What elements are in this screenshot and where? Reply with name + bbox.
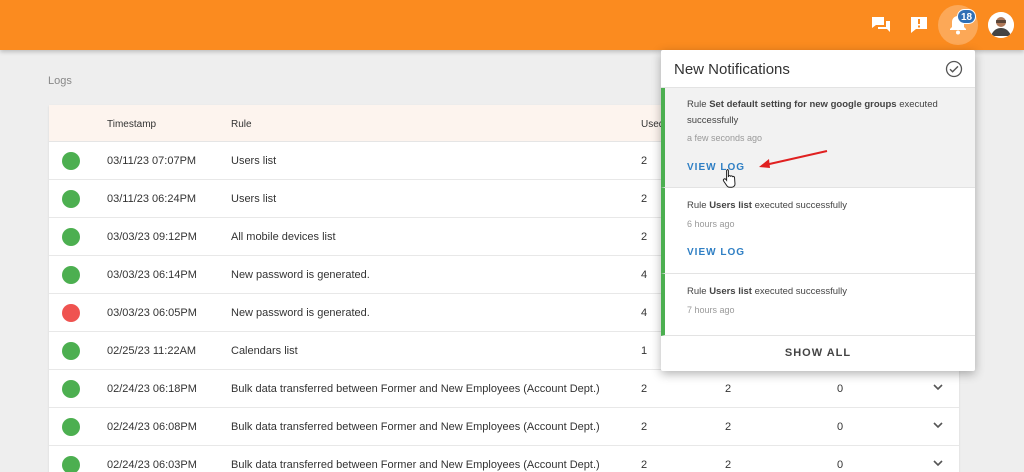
notification-count-badge: 18	[957, 9, 977, 24]
row-used: 1	[641, 345, 648, 357]
row-timestamp: 02/24/23 06:03PM	[107, 459, 197, 471]
chat-icon[interactable]	[866, 10, 896, 40]
row-used: 2	[641, 231, 648, 243]
notification-time: a few seconds ago	[687, 133, 763, 143]
notification-time: 6 hours ago	[687, 219, 735, 229]
status-indicator	[62, 456, 80, 472]
row-rule: New password is generated.	[231, 307, 370, 319]
notifications-title: New Notifications	[674, 61, 790, 78]
notifications-header: New Notifications	[661, 50, 975, 88]
row-used: 2	[641, 383, 648, 395]
row-timestamp: 02/24/23 06:08PM	[107, 421, 197, 433]
notification-item[interactable]: Rule Users list executed successfully 7 …	[661, 274, 975, 336]
mark-all-read-icon[interactable]	[945, 60, 963, 78]
notifications-panel: New Notifications Rule Set default setti…	[661, 50, 975, 371]
chevron-down-icon[interactable]	[931, 380, 945, 394]
row-timestamp: 03/11/23 07:07PM	[107, 155, 197, 167]
row-used: 4	[641, 307, 648, 319]
row-value-2: 2	[725, 459, 732, 471]
show-all-button[interactable]: SHOW ALL	[661, 336, 975, 371]
column-rule[interactable]: Rule	[231, 119, 252, 130]
notification-text: Rule Users list executed successfully	[687, 286, 848, 297]
row-value-2: 2	[725, 383, 732, 395]
row-timestamp: 02/24/23 06:18PM	[107, 383, 197, 395]
row-used: 2	[641, 193, 648, 205]
row-rule: Users list	[231, 193, 277, 205]
chevron-down-icon[interactable]	[931, 456, 945, 470]
status-indicator	[62, 418, 80, 436]
status-indicator	[62, 342, 80, 360]
row-timestamp: 03/11/23 06:24PM	[107, 193, 197, 205]
hand-cursor-icon	[722, 169, 736, 188]
row-rule: Bulk data transferred between Former and…	[231, 459, 600, 471]
row-value-2: 2	[725, 421, 732, 433]
status-indicator	[62, 266, 80, 284]
top-bar: 18	[0, 0, 1024, 50]
notification-text: Rule Set default setting for new google …	[687, 99, 938, 126]
status-indicator	[62, 228, 80, 246]
row-timestamp: 03/03/23 06:14PM	[107, 269, 197, 281]
annotation-arrow-icon	[759, 150, 828, 168]
row-rule: Bulk data transferred between Former and…	[231, 383, 600, 395]
feedback-icon[interactable]	[904, 10, 934, 40]
view-log-link[interactable]: VIEW LOG	[687, 247, 745, 258]
row-used: 2	[641, 155, 648, 167]
row-used: 4	[641, 269, 648, 281]
row-rule: All mobile devices list	[231, 231, 336, 243]
row-value-3: 0	[837, 459, 844, 471]
notification-text: Rule Users list executed successfully	[687, 200, 848, 211]
row-rule: Bulk data transferred between Former and…	[231, 421, 600, 433]
column-timestamp[interactable]: Timestamp	[107, 119, 156, 130]
row-timestamp: 03/03/23 09:12PM	[107, 231, 197, 243]
row-used: 2	[641, 421, 648, 433]
chevron-down-icon[interactable]	[931, 418, 945, 432]
row-timestamp: 03/03/23 06:05PM	[107, 307, 197, 319]
row-used: 2	[641, 459, 648, 471]
status-indicator	[62, 380, 80, 398]
notification-time: 7 hours ago	[687, 305, 735, 315]
notification-item[interactable]: Rule Set default setting for new google …	[661, 88, 975, 188]
table-row[interactable]: 02/24/23 06:08PM Bulk data transferred be…	[49, 408, 959, 446]
notification-item[interactable]: Rule Users list executed successfully 6 …	[661, 188, 975, 274]
row-timestamp: 02/25/23 11:22AM	[107, 345, 197, 357]
table-row[interactable]: 02/24/23 06:03PM Bulk data transferred be…	[49, 446, 959, 472]
row-rule: Calendars list	[231, 345, 298, 357]
page-title: Logs	[48, 75, 72, 87]
row-value-3: 0	[837, 383, 844, 395]
avatar[interactable]	[988, 12, 1014, 38]
row-rule: New password is generated.	[231, 269, 370, 281]
row-rule: Users list	[231, 155, 277, 167]
row-value-3: 0	[837, 421, 844, 433]
table-row[interactable]: 02/24/23 06:18PM Bulk data transferred be…	[49, 370, 959, 408]
status-indicator	[62, 190, 80, 208]
status-indicator	[62, 304, 80, 322]
status-indicator	[62, 152, 80, 170]
